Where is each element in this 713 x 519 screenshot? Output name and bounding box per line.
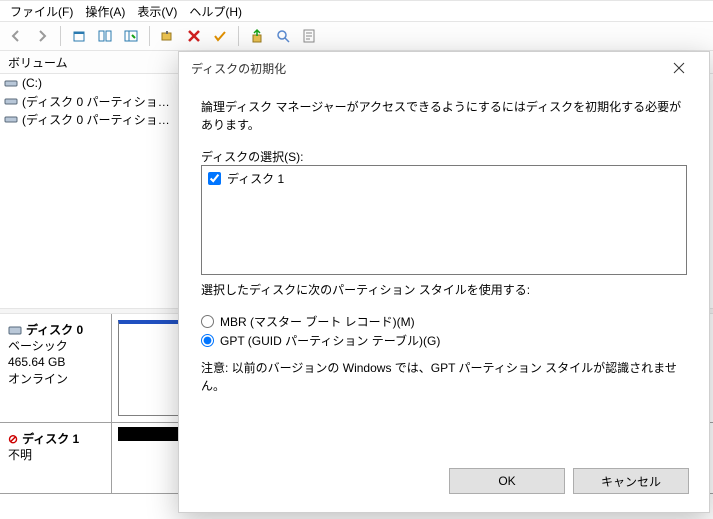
disk-status: 不明 [8,447,103,463]
radio-gpt-input[interactable] [201,334,214,347]
warning-icon: ⊘ [8,431,18,447]
menu-view[interactable]: 表示(V) [133,1,181,22]
apply-button[interactable] [208,24,232,48]
cancel-button[interactable]: キャンセル [573,468,689,494]
disk-type: ベーシック [8,338,103,354]
disk-checkbox[interactable] [208,172,221,185]
settings-button[interactable] [156,24,180,48]
disk-checkbox-label: ディスク 1 [227,170,284,187]
radio-mbr-input[interactable] [201,315,214,328]
menu-file[interactable]: ファイル(F) [6,1,77,22]
radio-mbr[interactable]: MBR (マスター ブート レコード)(M) [201,313,687,330]
disk-status: オンライン [8,371,103,387]
select-disks-label: ディスクの選択(S): [201,148,687,165]
properties-button[interactable] [297,24,321,48]
delete-button[interactable] [182,24,206,48]
disk-management-window: ファイル(F) 操作(A) 表示(V) ヘルプ(H) ボリューム レイアウト 種… [0,0,713,519]
nav-forward-button[interactable] [30,24,54,48]
partition-style-label: 選択したディスクに次のパーティション スタイルを使用する: [201,281,687,299]
volume-icon [4,95,18,107]
menu-bar: ファイル(F) 操作(A) 表示(V) ヘルプ(H) [0,1,713,21]
menu-action[interactable]: 操作(A) [81,1,129,22]
dialog-note: 注意: 以前のバージョンの Windows では、GPT パーティション スタイ… [201,359,687,395]
import-button[interactable] [245,24,269,48]
show-hide-tree-button[interactable] [93,24,117,48]
volume-name: (ディスク 0 パーティショ… [22,93,170,110]
volume-name: (ディスク 0 パーティショ… [22,111,170,128]
col-volume[interactable]: ボリューム [0,51,186,73]
ok-button[interactable]: OK [449,468,565,494]
toolbar [0,21,713,51]
search-button[interactable] [271,24,295,48]
dialog-close-button[interactable] [657,54,701,82]
up-scope-button[interactable] [67,24,91,48]
disk-select-listbox[interactable]: ディスク 1 [201,165,687,275]
dialog-title: ディスクの初期化 [187,60,657,77]
disk-icon [8,324,22,336]
disk-name: ディスク 0 [26,322,83,338]
volume-icon [4,77,18,89]
disk-checkbox-item[interactable]: ディスク 1 [208,170,680,187]
dialog-message: 論理ディスク マネージャーがアクセスできるようにするにはディスクを初期化する必要… [201,98,687,134]
radio-gpt[interactable]: GPT (GUID パーティション テーブル)(G) [201,332,687,349]
volume-name: (C:) [22,76,42,90]
mmc-options-button[interactable] [119,24,143,48]
volume-icon [4,113,18,125]
disk-name: ディスク 1 [22,431,79,447]
disk-size: 465.64 GB [8,354,103,370]
initialize-disk-dialog: ディスクの初期化 論理ディスク マネージャーがアクセスできるようにするにはディス… [178,51,710,513]
nav-back-button[interactable] [4,24,28,48]
menu-help[interactable]: ヘルプ(H) [185,1,246,22]
